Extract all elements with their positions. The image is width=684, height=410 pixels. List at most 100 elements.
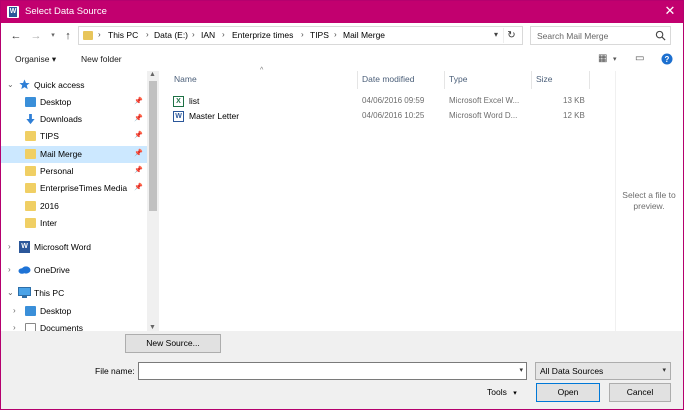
pin-icon[interactable]: 📌 (134, 149, 143, 157)
new-folder-button[interactable]: New folder (81, 54, 122, 64)
nav-item-mail-merge[interactable]: Mail Merge 📌 (1, 146, 147, 163)
forward-arrow-icon[interactable]: → (29, 29, 43, 43)
scroll-down-icon[interactable]: ▼ (149, 324, 156, 331)
nav-item-downloads[interactable]: Downloads 📌 (1, 111, 147, 128)
breadcrumb-mail-merge[interactable]: Mail Merge (343, 30, 385, 40)
chevron-right-icon[interactable]: › (13, 306, 16, 315)
star-icon (19, 79, 30, 90)
nav-item-2016[interactable]: 2016 (1, 198, 147, 215)
nav-pc-desktop[interactable]: › Desktop (1, 303, 147, 320)
nav-item-inter[interactable]: Inter (1, 215, 147, 232)
nav-item-tips[interactable]: TIPS 📌 (1, 128, 147, 145)
chevron-right-icon[interactable]: › (222, 30, 225, 39)
search-icon[interactable] (655, 30, 666, 41)
pin-icon[interactable]: 📌 (134, 166, 143, 174)
column-divider[interactable] (357, 71, 358, 89)
chevron-down-icon[interactable]: ▾ (519, 366, 523, 374)
nav-item-personal[interactable]: Personal 📌 (1, 163, 147, 180)
svg-text:?: ? (665, 55, 670, 64)
refresh-icon[interactable]: ↻ (503, 28, 519, 43)
breadcrumb-enterprize-times[interactable]: Enterprize times (232, 30, 293, 40)
word-app-icon: W (7, 6, 19, 18)
nav-quick-access[interactable]: ⌄ Quick access (1, 77, 147, 94)
column-divider[interactable] (589, 71, 590, 89)
column-type[interactable]: Type (449, 74, 467, 84)
nav-pc-documents[interactable]: › Documents (1, 320, 147, 331)
pin-icon[interactable]: 📌 (134, 97, 143, 105)
pin-icon[interactable]: 📌 (134, 114, 143, 122)
chevron-right-icon[interactable]: › (146, 30, 149, 39)
tools-menu[interactable]: Tools ▾ (487, 387, 517, 397)
open-button[interactable]: Open (536, 383, 600, 402)
close-icon[interactable]: ✕ (663, 4, 677, 18)
file-name-input[interactable]: ▾ (138, 362, 527, 380)
preview-pane-icon[interactable]: ▭ (635, 53, 644, 64)
expand-chevron-icon[interactable]: ⌄ (7, 80, 14, 89)
nav-this-pc[interactable]: ⌄ This PC (1, 285, 147, 302)
file-row[interactable]: W Master Letter 04/06/2016 10:25 Microso… (171, 109, 591, 124)
folder-icon (83, 31, 93, 40)
file-name: list (189, 96, 200, 106)
file-size: 12 KB (563, 111, 585, 120)
select-data-source-dialog: W Select Data Source ✕ ← → ▾ ↑ › This PC… (0, 0, 684, 410)
pin-icon[interactable]: 📌 (134, 183, 143, 191)
window-title: Select Data Source (25, 6, 107, 17)
file-type: Microsoft Word D... (449, 111, 518, 120)
nav-item-label: 2016 (40, 201, 59, 211)
file-name: Master Letter (189, 111, 240, 121)
file-row[interactable]: X list 04/06/2016 09:59 Microsoft Excel … (171, 94, 591, 109)
download-arrow-icon (26, 114, 35, 125)
filter-value: All Data Sources (540, 366, 604, 376)
chevron-right-icon[interactable]: › (192, 30, 195, 39)
dialog-footer: New Source... File name: ▾ All Data Sour… (1, 331, 683, 409)
organise-menu[interactable]: Organise ▾ (15, 54, 56, 65)
nav-item-label: Desktop (40, 97, 72, 107)
column-divider[interactable] (444, 71, 445, 89)
chevron-right-icon[interactable]: › (13, 323, 16, 331)
address-bar[interactable]: › This PC › Data (E:) › IAN › Enterprize… (78, 26, 523, 45)
column-size[interactable]: Size (536, 74, 553, 84)
view-dropdown-icon[interactable]: ▾ (613, 55, 617, 63)
nav-microsoft-word[interactable]: › W Microsoft Word (1, 239, 147, 256)
new-source-button[interactable]: New Source... (125, 334, 221, 353)
view-options-icon[interactable]: ▦ (598, 53, 607, 64)
chevron-right-icon[interactable]: › (98, 30, 101, 39)
breadcrumb-this-pc[interactable]: This PC (108, 30, 138, 40)
address-dropdown-icon[interactable]: ▾ (494, 30, 498, 39)
search-box[interactable]: Search Mail Merge (530, 26, 671, 45)
column-divider[interactable] (531, 71, 532, 89)
file-size: 13 KB (563, 96, 585, 105)
file-type-filter[interactable]: All Data Sources ▾ (535, 362, 671, 380)
up-arrow-icon[interactable]: ↑ (61, 29, 75, 43)
column-name[interactable]: Name (174, 74, 197, 84)
breadcrumb-tips[interactable]: TIPS (310, 30, 329, 40)
pin-icon[interactable]: 📌 (134, 131, 143, 139)
nav-item-label: Mail Merge (40, 149, 83, 159)
cancel-button[interactable]: Cancel (609, 383, 671, 402)
chevron-down-icon[interactable]: ▾ (662, 366, 666, 374)
chevron-right-icon[interactable]: › (301, 30, 304, 39)
nav-item-label: Desktop (40, 306, 72, 316)
nav-item-desktop[interactable]: Desktop 📌 (1, 94, 147, 111)
breadcrumb-data-e[interactable]: Data (E:) (154, 30, 188, 40)
chevron-right-icon[interactable]: › (334, 30, 337, 39)
preview-message: Select a file to preview. (622, 190, 676, 211)
breadcrumb-ian[interactable]: IAN (201, 30, 215, 40)
scroll-thumb[interactable] (149, 81, 157, 211)
folder-icon (25, 131, 36, 141)
back-arrow-icon[interactable]: ← (9, 29, 23, 43)
word-icon: W (19, 241, 30, 253)
file-date: 04/06/2016 10:25 (362, 111, 425, 120)
nav-scrollbar[interactable]: ▲ ▼ (147, 71, 159, 331)
help-icon[interactable]: ? (661, 53, 673, 65)
expand-chevron-icon[interactable]: ⌄ (7, 288, 14, 297)
tools-label: Tools (487, 387, 507, 397)
chevron-right-icon[interactable]: › (8, 242, 11, 251)
scroll-up-icon[interactable]: ▲ (149, 71, 156, 78)
nav-onedrive[interactable]: › OneDrive (1, 262, 147, 279)
computer-icon (18, 287, 31, 298)
recent-locations-chevron-icon[interactable]: ▾ (46, 29, 60, 43)
chevron-right-icon[interactable]: › (8, 265, 11, 274)
nav-item-enterprisetimes-media[interactable]: EnterpriseTimes Media 📌 (1, 180, 147, 197)
column-date-modified[interactable]: Date modified (362, 74, 414, 84)
